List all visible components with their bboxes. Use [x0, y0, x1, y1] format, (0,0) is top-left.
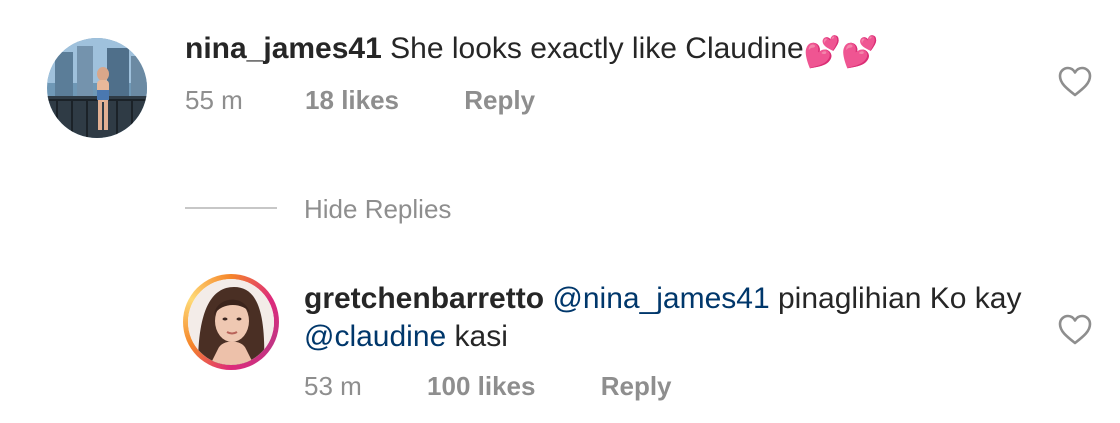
comment-timestamp: 55 m — [185, 85, 243, 115]
comment-text: gretchenbarretto @nina_james41 pinaglihi… — [304, 280, 1044, 356]
comment-meta: 55 m 18 likes Reply — [185, 84, 535, 116]
reply-button[interactable]: Reply — [464, 84, 535, 116]
comment-username[interactable]: nina_james41 — [185, 32, 382, 65]
comment-body: pinaglihian Ko kay — [769, 282, 1022, 315]
comment-likes[interactable]: 18 likes — [305, 84, 399, 116]
comment-meta: 53 m 100 likes Reply — [304, 370, 672, 402]
avatar[interactable] — [188, 279, 274, 365]
hearts-emoji: 💕💕 — [803, 36, 879, 69]
mention-link[interactable]: @claudine — [304, 320, 446, 353]
comment-text: nina_james41 She looks exactly like Clau… — [185, 30, 878, 72]
heart-outline-icon[interactable] — [1058, 66, 1092, 98]
avatar-image — [188, 279, 274, 365]
mention-link[interactable]: @nina_james41 — [552, 282, 769, 315]
hide-replies-divider — [185, 207, 277, 209]
comment-username[interactable]: gretchenbarretto — [304, 282, 544, 315]
comment-body-end: kasi — [446, 320, 508, 353]
comment-body: She looks exactly like Claudine — [390, 32, 804, 65]
reply-button[interactable]: Reply — [601, 370, 672, 402]
heart-outline-icon[interactable] — [1058, 314, 1092, 346]
comment-likes[interactable]: 100 likes — [427, 370, 535, 402]
comment-timestamp: 53 m — [304, 371, 362, 401]
avatar[interactable] — [47, 38, 147, 138]
avatar-image — [47, 38, 147, 138]
story-ring[interactable] — [183, 274, 279, 370]
hide-replies-button[interactable]: Hide Replies — [304, 193, 451, 225]
